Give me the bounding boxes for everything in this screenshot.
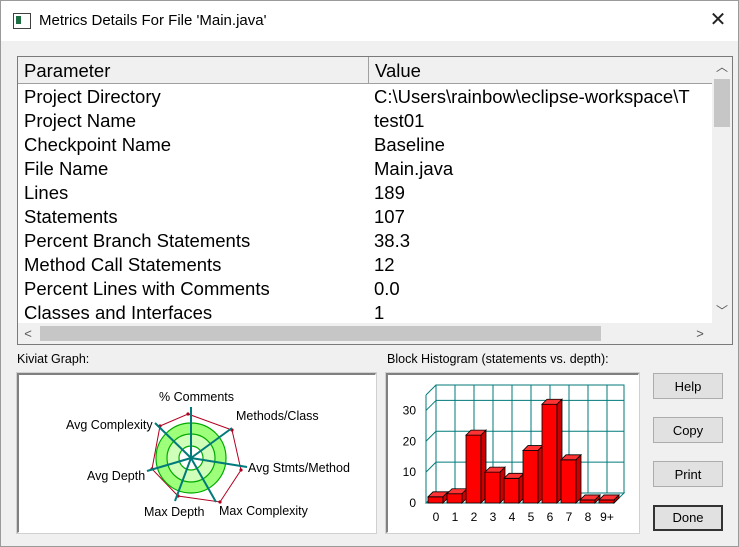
vertical-scrollbar[interactable]: ︿ ﹀ (712, 57, 732, 323)
histogram-label: Block Histogram (statements vs. depth): (387, 352, 609, 366)
histogram-bar (522, 444, 544, 504)
metrics-table: Parameter Value Project Directory C:\Use… (17, 56, 733, 345)
histogram-bar (541, 398, 563, 504)
table-row[interactable]: File Name Main.java (18, 157, 712, 181)
horizontal-scrollbar[interactable]: < > (18, 323, 712, 344)
histogram-panel: 0 10 20 30 0 1 2 3 4 5 6 7 8 9+ (386, 373, 639, 533)
histogram-y-tick-label: 20 (403, 434, 417, 448)
histogram-x-tick-label: 5 (528, 510, 535, 524)
print-button[interactable]: Print (653, 461, 723, 487)
histogram-bar (560, 453, 582, 504)
help-button[interactable]: Help (653, 373, 723, 399)
parameter-cell: Classes and Interfaces (24, 302, 213, 323)
column-header-parameter[interactable]: Parameter (18, 57, 369, 83)
parameter-cell: Project Directory (24, 86, 161, 107)
value-cell: Main.java (374, 158, 454, 179)
axis-label-methods-per-class: Methods/Class (236, 409, 319, 423)
table-row[interactable]: Percent Lines with Comments 0.0 (18, 277, 712, 301)
close-button[interactable]: ✕ (701, 5, 735, 35)
kiviat-graph-label: Kiviat Graph: (17, 352, 90, 366)
histogram-x-tick-label: 4 (509, 510, 516, 524)
value-cell: Baseline (374, 134, 445, 155)
histogram-x-tick-label: 9+ (600, 510, 614, 524)
histogram-x-tick-label: 1 (452, 510, 459, 524)
table-row[interactable]: Classes and Interfaces 1 (18, 301, 712, 325)
histogram-bar (427, 490, 449, 504)
table-row[interactable]: Lines 189 (18, 181, 712, 205)
value-cell: C:\Users\rainbow\eclipse-workspace\T (374, 86, 690, 107)
horizontal-scroll-thumb[interactable] (40, 326, 601, 341)
histogram-gridline (425, 430, 437, 442)
histogram-x-tick-label: 3 (490, 510, 497, 524)
scroll-left-icon[interactable]: < (18, 323, 38, 344)
scroll-down-icon[interactable]: ﹀ (712, 301, 732, 321)
parameter-cell: File Name (24, 158, 109, 179)
parameter-cell: Percent Branch Statements (24, 230, 251, 251)
table-row[interactable]: Project Name test01 (18, 109, 712, 133)
column-header-value[interactable]: Value (369, 57, 712, 83)
scrollbar-corner (712, 323, 732, 344)
axis-label-max-depth: Max Depth (144, 505, 204, 519)
histogram-y-tick-label: 0 (409, 496, 416, 510)
value-cell: 12 (374, 254, 395, 275)
histogram-bar (465, 429, 487, 504)
histogram-x-tick-label: 8 (585, 510, 592, 524)
table-header: Parameter Value (18, 57, 712, 84)
kiviat-graph-panel: % Comments Methods/Class Avg Stmts/Metho… (17, 373, 376, 533)
parameter-cell: Checkpoint Name (24, 134, 172, 155)
histogram-gridline (425, 400, 437, 411)
histogram-x-tick-label: 7 (566, 510, 573, 524)
axis-label-avg-stmts-per-method: Avg Stmts/Method (248, 461, 350, 475)
axis-label-comments: % Comments (159, 390, 234, 404)
histogram-x-tick-label: 0 (433, 510, 440, 524)
histogram-gridline (425, 461, 437, 473)
done-button[interactable]: Done (653, 505, 723, 531)
table-row[interactable]: Checkpoint Name Baseline (18, 133, 712, 157)
copy-button[interactable]: Copy (653, 417, 723, 443)
value-cell: 38.3 (374, 230, 411, 251)
parameter-cell: Percent Lines with Comments (24, 278, 270, 299)
histogram-bar (446, 487, 468, 504)
kiviat-graph: % Comments Methods/Class Avg Stmts/Metho… (66, 390, 350, 519)
axis-label-avg-depth: Avg Depth (87, 469, 145, 483)
metrics-details-window: Metrics Details For File 'Main.java' ✕ P… (0, 0, 739, 547)
app-icon (13, 13, 31, 29)
histogram-x-tick-label: 2 (471, 510, 478, 524)
value-cell: test01 (374, 110, 425, 131)
scroll-right-icon[interactable]: > (690, 323, 710, 344)
value-cell: 189 (374, 182, 405, 203)
table-row[interactable]: Percent Branch Statements 38.3 (18, 229, 712, 253)
parameter-cell: Method Call Statements (24, 254, 222, 275)
axis-label-avg-complexity: Avg Complexity (66, 418, 153, 432)
axis-label-max-complexity: Max Complexity (219, 504, 309, 518)
table-row[interactable]: Project Directory C:\Users\rainbow\eclip… (18, 85, 712, 109)
parameter-cell: Project Name (24, 110, 137, 131)
histogram-x-tick-label: 6 (547, 510, 554, 524)
histogram-y-tick-label: 10 (403, 465, 417, 479)
histogram-bar (484, 466, 506, 504)
window-title: Metrics Details For File 'Main.java' (39, 12, 267, 29)
table-row[interactable]: Method Call Statements 12 (18, 253, 712, 277)
vertical-scroll-thumb[interactable] (714, 79, 730, 127)
value-cell: 0.0 (374, 278, 400, 299)
table-body: Project Directory C:\Users\rainbow\eclip… (18, 85, 712, 325)
table-row[interactable]: Statements 107 (18, 205, 712, 229)
value-cell: 1 (374, 302, 385, 323)
histogram-y-tick-label: 30 (403, 403, 417, 417)
parameter-cell: Lines (24, 182, 69, 203)
value-cell: 107 (374, 206, 405, 227)
block-histogram: 0102030 0 1 2 3 4 5 6 7 8 9+ (403, 384, 626, 524)
title-bar: Metrics Details For File 'Main.java' ✕ (1, 1, 738, 41)
scroll-up-icon[interactable]: ︿ (712, 57, 732, 77)
parameter-cell: Statements (24, 206, 118, 227)
histogram-axis-edge (425, 384, 437, 396)
histogram-bar (503, 472, 525, 504)
